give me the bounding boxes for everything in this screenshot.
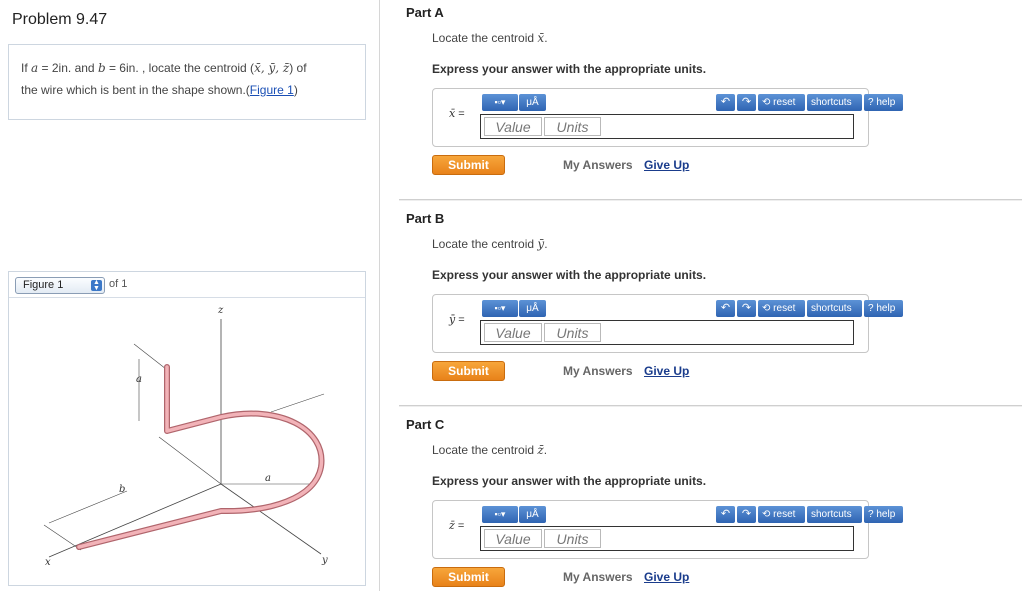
redo-icon: ↷ [741, 302, 752, 314]
x-label: x [45, 557, 51, 568]
shortcuts-button[interactable]: shortcuts [807, 94, 862, 111]
part-prompt: Locate the centroid z̄. [432, 443, 548, 457]
answer-panel: Part A Locate the centroid x̄. Express y… [380, 0, 1022, 591]
wire-figure: z a b a x y [43, 305, 328, 568]
units-button[interactable]: μÅ [519, 506, 546, 523]
help-button[interactable]: ? help [864, 506, 903, 523]
variable-label: x̄ = [449, 107, 465, 120]
submit-button[interactable]: Submit [432, 155, 505, 175]
part-instruction: Express your answer with the appropriate… [432, 474, 707, 488]
redo-icon: ↷ [741, 96, 752, 108]
part-divider [399, 405, 1022, 407]
answer-box: x̄ = ▪▫▾ μÅ ↶ ↷ ⟲ reset shortcuts ? help… [432, 88, 903, 147]
spinner-icon: ▲ ▼ [91, 279, 102, 292]
part-a: Part A Locate the centroid x̄. Express y… [380, 0, 1022, 200]
value-input[interactable]: Value [484, 323, 542, 342]
give-up-link[interactable]: Give Up [644, 570, 689, 584]
figure-select[interactable]: Figure 1 ▲ ▼ [15, 277, 105, 294]
part-prompt: Locate the centroid ȳ. [432, 237, 548, 251]
part-title: Part C [406, 417, 445, 432]
part-title: Part A [406, 5, 444, 20]
my-answers-link[interactable]: My Answers [563, 570, 633, 584]
redo-button[interactable]: ↷ [737, 300, 756, 317]
undo-icon: ↶ [720, 302, 731, 314]
z-label: z [217, 305, 224, 316]
b-label: b [119, 484, 125, 495]
give-up-link[interactable]: Give Up [644, 158, 689, 172]
template-icon: ▪▫▾ [494, 303, 506, 313]
units-input[interactable]: Units [544, 529, 601, 548]
answer-box: z̄ = ▪▫▾ μÅ ↶ ↷ ⟲ reset shortcuts ? help… [432, 500, 903, 559]
undo-icon: ↶ [720, 508, 731, 520]
part-divider [399, 199, 1022, 201]
problem-statement: If a = 2in. and b = 6in. , locate the ce… [8, 44, 366, 120]
shortcuts-button[interactable]: shortcuts [807, 506, 862, 523]
answer-box: ȳ = ▪▫▾ μÅ ↶ ↷ ⟲ reset shortcuts ? help … [432, 294, 903, 353]
units-input[interactable]: Units [544, 117, 601, 136]
part-instruction: Express your answer with the appropriate… [432, 268, 707, 282]
redo-icon: ↷ [741, 508, 752, 520]
submit-button[interactable]: Submit [432, 361, 505, 381]
figure-panel: Figure 1 ▲ ▼ of 1 z a b a x y [8, 271, 366, 586]
part-c: Part C Locate the centroid z̄. Express y… [380, 412, 1022, 591]
wire [77, 365, 324, 549]
reset-icon: ⟲ [762, 303, 774, 314]
units-input[interactable]: Units [544, 323, 601, 342]
dimension-line [43, 524, 82, 551]
template-icon: ▪▫▾ [494, 97, 506, 107]
submit-button[interactable]: Submit [432, 567, 505, 587]
value-input[interactable]: Value [484, 117, 542, 136]
templates-button[interactable]: ▪▫▾ [482, 300, 518, 317]
a-label-mid: a [265, 473, 271, 484]
problem-line-2: the wire which is bent in the shape show… [21, 83, 298, 97]
wire-outline [76, 364, 325, 550]
undo-button[interactable]: ↶ [716, 300, 735, 317]
reset-icon: ⟲ [762, 509, 774, 520]
a-label-top: a [136, 374, 142, 385]
answer-input-row: Value Units [480, 526, 854, 551]
problem-line-1: If a = 2in. and b = 6in. , locate the ce… [21, 61, 307, 75]
figure-link[interactable]: Figure 1 [250, 83, 294, 97]
templates-button[interactable]: ▪▫▾ [482, 506, 518, 523]
value-input[interactable]: Value [484, 529, 542, 548]
figure-count: of 1 [109, 278, 128, 290]
redo-button[interactable]: ↷ [737, 506, 756, 523]
reset-icon: ⟲ [762, 97, 774, 108]
shortcuts-button[interactable]: shortcuts [807, 300, 862, 317]
answer-input-row: Value Units [480, 320, 854, 345]
reset-button[interactable]: ⟲ reset [758, 300, 805, 317]
variable-label: ȳ = [449, 313, 465, 326]
part-prompt: Locate the centroid x̄. [432, 31, 548, 45]
help-button[interactable]: ? help [864, 300, 903, 317]
undo-icon: ↶ [720, 96, 731, 108]
units-button[interactable]: μÅ [519, 300, 546, 317]
guide-line [158, 436, 222, 485]
my-answers-link[interactable]: My Answers [563, 364, 633, 378]
part-title: Part B [406, 211, 445, 226]
y-label: y [321, 555, 328, 566]
part-b: Part B Locate the centroid ȳ. Express yo… [380, 206, 1022, 406]
dimension-b [48, 490, 128, 524]
undo-button[interactable]: ↶ [716, 94, 735, 111]
undo-button[interactable]: ↶ [716, 506, 735, 523]
part-instruction: Express your answer with the appropriate… [432, 62, 707, 76]
my-answers-link[interactable]: My Answers [563, 158, 633, 172]
help-button[interactable]: ? help [864, 94, 903, 111]
template-icon: ▪▫▾ [494, 509, 506, 519]
variable-label: z̄ = [449, 519, 465, 532]
guide-line [270, 393, 325, 413]
reset-button[interactable]: ⟲ reset [758, 506, 805, 523]
answer-input-row: Value Units [480, 114, 854, 139]
figure-header: Figure 1 ▲ ▼ of 1 [9, 272, 365, 298]
redo-button[interactable]: ↷ [737, 94, 756, 111]
problem-panel: Problem 9.47 If a = 2in. and b = 6in. , … [0, 0, 380, 591]
templates-button[interactable]: ▪▫▾ [482, 94, 518, 111]
units-button[interactable]: μÅ [519, 94, 546, 111]
problem-title: Problem 9.47 [12, 11, 108, 28]
give-up-link[interactable]: Give Up [644, 364, 689, 378]
reset-button[interactable]: ⟲ reset [758, 94, 805, 111]
